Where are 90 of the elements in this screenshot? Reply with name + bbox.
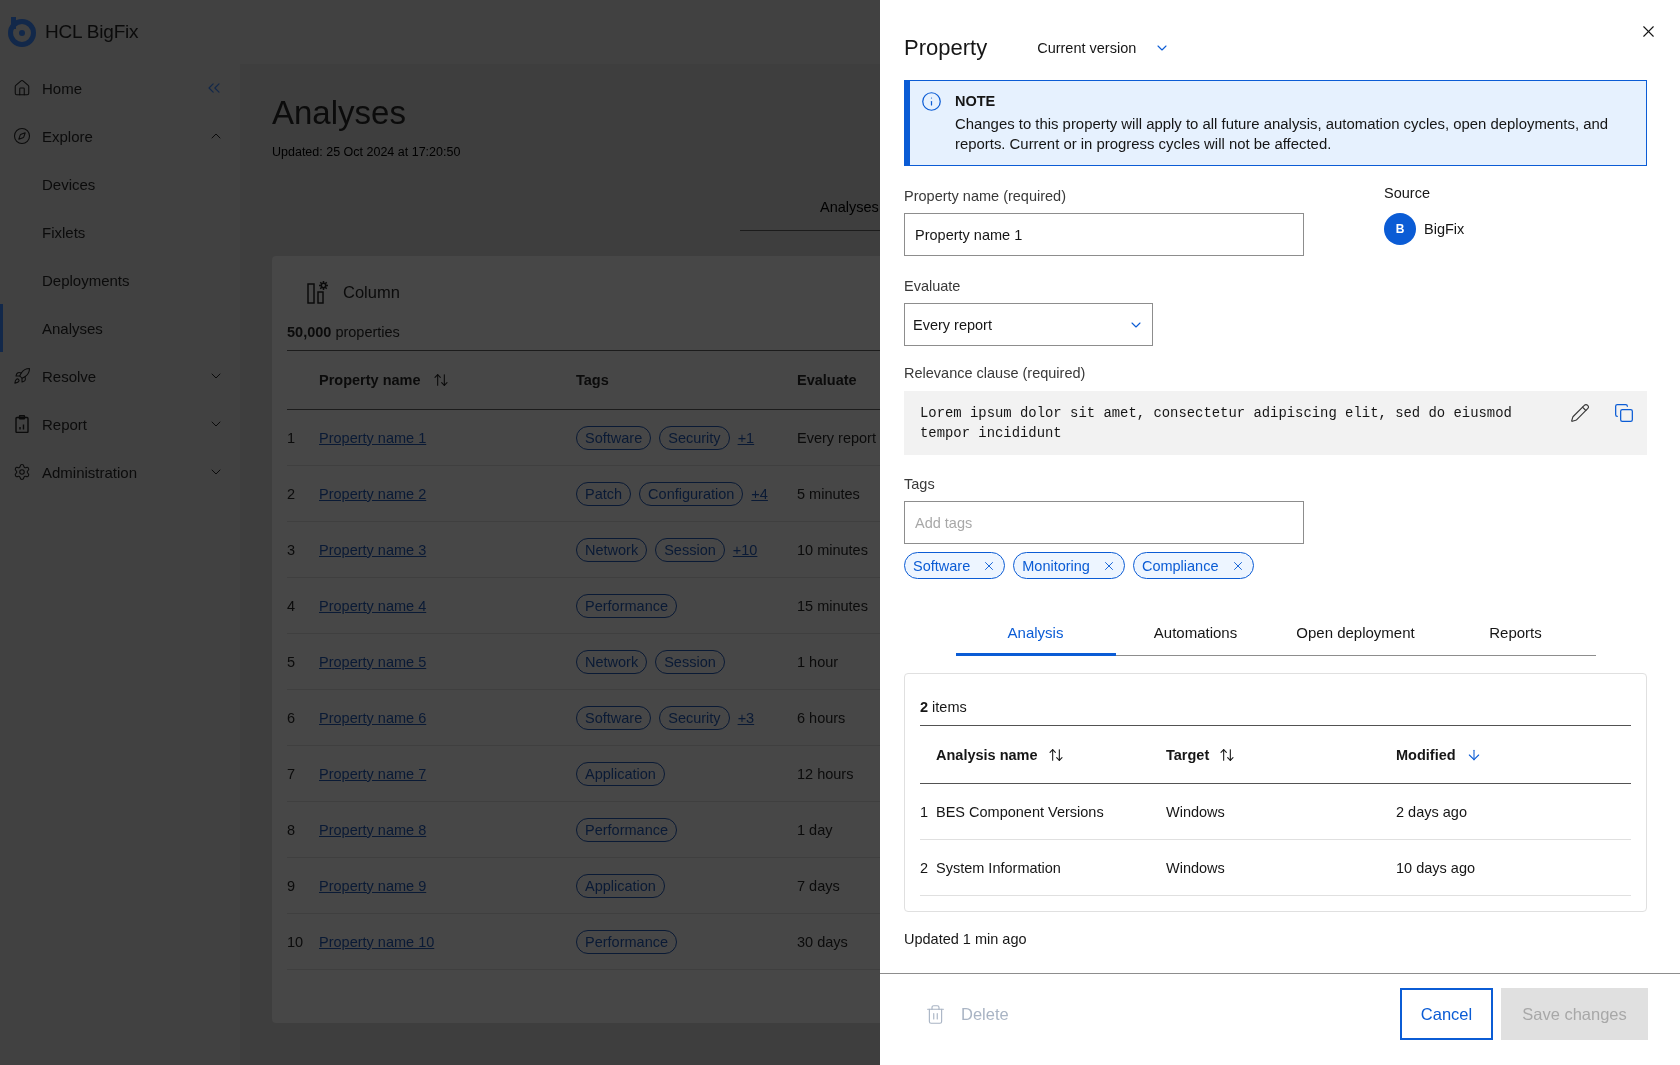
row-number: 6	[287, 709, 296, 726]
more-tags-link[interactable]: +1	[737, 429, 755, 446]
field-label: Relevance clause (required)	[904, 364, 1086, 383]
field-label: Evaluate	[904, 277, 961, 296]
property-link[interactable]: Property name 4	[319, 597, 427, 614]
copy-icon[interactable]	[1614, 403, 1634, 423]
table-cell: BES Component Versions	[936, 803, 1104, 820]
table-cell: 30 days	[797, 933, 848, 950]
rocket-icon	[13, 367, 31, 385]
field-label: Tags	[904, 475, 935, 494]
more-tags-link[interactable]: +4	[751, 485, 768, 502]
more-tags-link[interactable]: +3	[737, 709, 755, 726]
tab[interactable]: Automations	[1115, 612, 1276, 656]
note-text: Changes to this property will apply to all future analysis, automation cycles, open deployments, and reports. Current or in progress cycles will not be affected.	[955, 115, 1610, 154]
tags-input[interactable]: Add tags	[904, 501, 1304, 544]
table-cell: 1 day	[797, 821, 833, 838]
row-number: 8	[287, 821, 296, 838]
table-cell: 5 minutes	[797, 485, 860, 502]
sort-icon[interactable]	[1219, 746, 1236, 763]
tab[interactable]: Open deployment	[1275, 612, 1436, 656]
source-name: BigFix	[1424, 221, 1465, 237]
clipboard-chart-icon	[13, 415, 31, 433]
sort-icon[interactable]	[1047, 746, 1064, 763]
settings-icon	[13, 463, 31, 481]
compass-icon	[13, 127, 31, 145]
row-number: 10	[287, 933, 304, 950]
tag-label: Software	[913, 557, 971, 574]
tab[interactable]: Reports	[1435, 612, 1596, 656]
tab[interactable]: Analyses	[740, 186, 879, 230]
source-avatar: B	[1384, 213, 1416, 245]
drawer-title: Property	[904, 34, 988, 62]
property-link[interactable]: Property name 1	[319, 429, 427, 446]
column-header[interactable]: Analysis name	[936, 746, 1064, 763]
property-link[interactable]: Property name 6	[319, 709, 427, 726]
column-button[interactable]: Column	[287, 274, 412, 310]
trash-icon	[925, 1003, 946, 1025]
column-header[interactable]: Target	[1166, 746, 1236, 763]
tag-label: Monitoring	[1022, 557, 1090, 574]
table-cell: 1 hour	[797, 653, 839, 670]
home-icon	[13, 79, 31, 97]
table-cell: 15 minutes	[797, 597, 868, 614]
property-link[interactable]: Property name 3	[319, 541, 427, 558]
source-label: Source	[1384, 184, 1430, 203]
property-link[interactable]: Property name 5	[319, 653, 427, 670]
version-dropdown[interactable]: Current version	[1037, 40, 1171, 56]
evaluate-select[interactable]: Every report	[904, 303, 1153, 346]
more-tags-link[interactable]: +10	[732, 541, 758, 558]
row-number: 4	[287, 597, 296, 614]
row-number: 9	[287, 877, 296, 894]
table-cell: Every report	[797, 429, 876, 446]
row-number: 5	[287, 653, 296, 670]
updated-text: Updated 1 min ago	[904, 930, 1027, 949]
table-cell: Windows	[1166, 859, 1225, 876]
field-label: Property name (required)	[904, 187, 1066, 206]
logo-icon	[7, 17, 37, 47]
property-link[interactable]: Property name 7	[319, 765, 427, 782]
property-link[interactable]: Property name 2	[319, 485, 427, 502]
table-cell: 7 days	[797, 877, 840, 894]
column-header[interactable]: Modified	[1396, 746, 1482, 763]
table-cell: System Information	[936, 859, 1061, 876]
property-link[interactable]: Property name 8	[319, 821, 427, 838]
column-header: Tags	[576, 372, 609, 388]
row-number: 7	[287, 765, 296, 782]
item-count: 50,000 properties	[287, 323, 400, 342]
table-cell: 6 hours	[797, 709, 846, 726]
table-cell: 10 days ago	[1396, 859, 1475, 876]
updated-text: Updated: 25 Oct 2024 at 17:20:50	[272, 144, 461, 160]
row-number: 3	[287, 541, 296, 558]
property-link[interactable]: Property name 9	[319, 877, 427, 894]
table-cell: 10 minutes	[797, 541, 868, 558]
column-settings-icon	[307, 280, 329, 304]
row-number: 2	[920, 859, 929, 876]
column-header[interactable]: Property name	[319, 372, 449, 388]
table-cell: Windows	[1166, 803, 1225, 820]
row-number: 2	[287, 485, 296, 502]
cancel-button[interactable]: Cancel	[1400, 988, 1493, 1040]
relevance-code: Lorem ipsum dolor sit amet, consectetur adipiscing elit, sed do eiusmod tempor incididunt	[920, 404, 1513, 443]
tag-label: Compliance	[1141, 557, 1219, 574]
table-cell: 12 hours	[797, 765, 854, 782]
row-number: 1	[287, 429, 296, 446]
property-link[interactable]: Property name 10	[319, 933, 435, 950]
info-icon	[921, 91, 942, 112]
table-cell: 2 days ago	[1396, 803, 1467, 820]
property-name-input[interactable]: Property name 1	[904, 213, 1304, 256]
tab[interactable]: Analysis	[955, 612, 1116, 656]
column-header: Evaluate	[797, 372, 857, 388]
edit-icon[interactable]	[1570, 403, 1590, 423]
item-count: 2 items	[920, 698, 967, 717]
row-number: 1	[920, 803, 929, 820]
note-title: NOTE	[955, 92, 997, 111]
